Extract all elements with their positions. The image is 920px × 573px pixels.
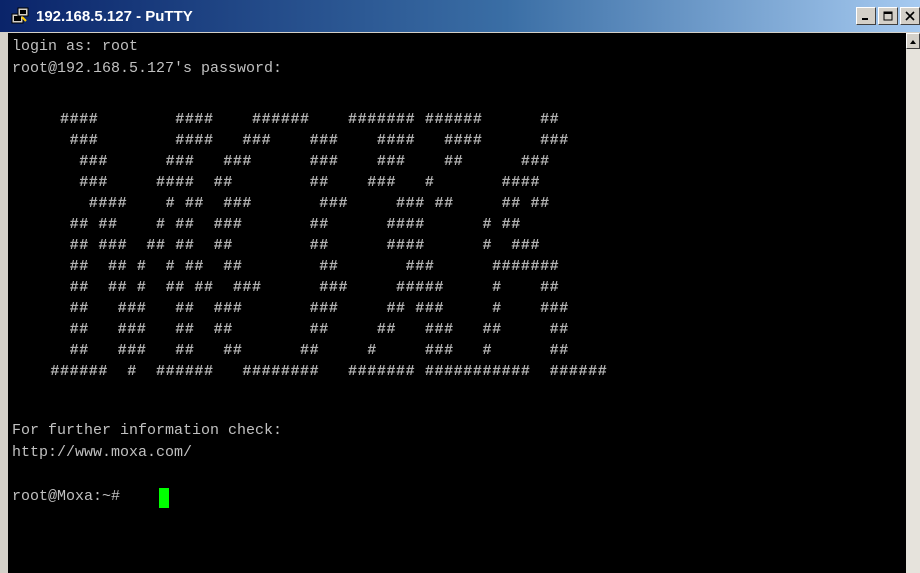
window-title: 192.168.5.127 - PuTTY: [36, 7, 193, 25]
close-icon: [905, 11, 915, 21]
url-line: http://www.moxa.com/: [12, 444, 193, 461]
window-controls: [856, 7, 920, 25]
close-button[interactable]: [900, 7, 920, 25]
maximize-icon: [883, 11, 893, 21]
terminal-area[interactable]: login as: root root@192.168.5.127's pass…: [8, 33, 906, 573]
terminal-cursor: [159, 488, 169, 508]
minimize-button[interactable]: [856, 7, 876, 25]
login-prompt-line: login as: root: [12, 38, 139, 55]
title-bar[interactable]: 192.168.5.127 - PuTTY: [0, 0, 920, 32]
putty-window: 192.168.5.127 - PuTTY login as: root roo…: [0, 0, 920, 573]
vertical-scrollbar[interactable]: [906, 33, 920, 573]
password-prompt-line: root@192.168.5.127's password:: [12, 60, 283, 77]
scroll-up-button[interactable]: [906, 33, 920, 49]
maximize-button[interactable]: [878, 7, 898, 25]
moxa-ascii-banner: #### #### ###### ####### ###### ## ### #…: [50, 111, 608, 380]
shell-prompt: root@Moxa:~#: [12, 488, 121, 505]
minimize-icon: [862, 18, 868, 20]
scroll-up-arrow-icon: [910, 40, 916, 44]
info-line: For further information check:: [12, 422, 283, 439]
putty-app-icon[interactable]: [10, 6, 30, 26]
